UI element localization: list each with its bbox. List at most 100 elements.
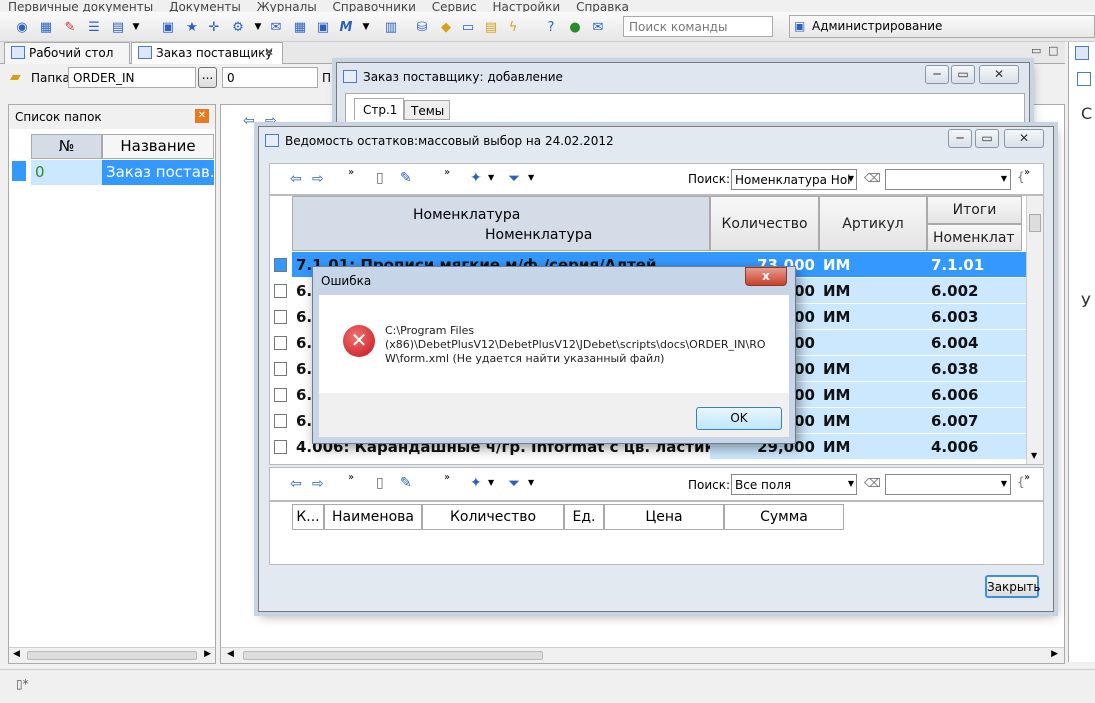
- row-article[interactable]: ИМ: [819, 408, 927, 434]
- arrow-left-icon[interactable]: ⇦: [290, 171, 302, 187]
- col-header-totals[interactable]: Итоги: [927, 196, 1022, 224]
- chart-icon[interactable]: ▥: [381, 17, 401, 37]
- bee-icon[interactable]: ◆: [436, 17, 456, 37]
- row-checkbox[interactable]: [274, 440, 287, 454]
- lower-col-header[interactable]: Сумма: [724, 504, 844, 530]
- mail-icon[interactable]: ✉: [266, 17, 286, 37]
- overflow-icon[interactable]: »: [1024, 472, 1030, 483]
- row-checkbox[interactable]: [274, 362, 287, 376]
- number-input[interactable]: 0: [222, 67, 318, 88]
- lightning-icon[interactable]: ϟ: [503, 17, 523, 37]
- panel-icon[interactable]: [1077, 72, 1091, 86]
- row-checkbox[interactable]: [274, 388, 287, 402]
- dropdown-arrow-icon[interactable]: ▼: [488, 478, 494, 487]
- scroll-right-icon[interactable]: ▶: [204, 649, 211, 659]
- row-article[interactable]: [819, 330, 927, 356]
- dialog-close-button[interactable]: x: [745, 267, 787, 286]
- row-article[interactable]: ИМ: [819, 434, 927, 460]
- folder-row-name[interactable]: Заказ постав...: [102, 160, 214, 185]
- status-icon[interactable]: ▯*: [16, 677, 29, 691]
- horizontal-scrollbar[interactable]: ◀ ▶: [221, 647, 1064, 663]
- lower-col-header[interactable]: К...: [292, 504, 324, 530]
- magic-icon[interactable]: ✦: [470, 475, 482, 491]
- tab-themes[interactable]: Темы: [404, 100, 450, 120]
- save-icon[interactable]: ▣: [313, 17, 333, 37]
- m-icon[interactable]: M: [336, 17, 356, 37]
- col-header-name[interactable]: Название: [102, 134, 214, 159]
- lower-col-header[interactable]: Наименова: [324, 504, 422, 530]
- new-doc-icon[interactable]: ▯: [376, 475, 384, 491]
- row-checkbox[interactable]: [274, 284, 287, 298]
- panel-icon[interactable]: [1075, 46, 1089, 60]
- maximize-button[interactable]: ▭: [951, 65, 975, 84]
- close-window-button[interactable]: Закрыть: [985, 575, 1040, 598]
- tab-page1[interactable]: Стр.1: [354, 98, 404, 120]
- lower-col-header[interactable]: Количество: [422, 504, 564, 530]
- menu-documents[interactable]: Документы: [169, 1, 241, 12]
- menu-service[interactable]: Сервис: [432, 1, 477, 12]
- row-code[interactable]: 6.007: [927, 408, 1026, 434]
- grid-icon[interactable]: ▦: [290, 17, 310, 37]
- row-article[interactable]: ИМ: [819, 278, 927, 304]
- row-selector[interactable]: [12, 161, 26, 181]
- dropdown-arrow-icon[interactable]: ▼: [488, 173, 494, 182]
- scroll-right-icon[interactable]: ▶: [1051, 649, 1058, 659]
- col-header-nomenclature[interactable]: Номенклатура Номенклатура: [292, 196, 710, 251]
- arrow-right-icon[interactable]: ⇨: [312, 171, 324, 187]
- folder-row-num[interactable]: 0: [31, 160, 102, 185]
- close-button[interactable]: ✕: [1004, 129, 1044, 148]
- row-article[interactable]: ИМ: [819, 304, 927, 330]
- close-icon[interactable]: ✕: [264, 45, 274, 59]
- row-code[interactable]: 6.004: [927, 330, 1026, 356]
- menu-settings[interactable]: Настройки: [492, 1, 560, 12]
- eraser-icon[interactable]: ⌫: [864, 476, 881, 490]
- eraser-icon[interactable]: ⌫: [864, 171, 881, 185]
- arrow-left-icon[interactable]: ⇦: [243, 113, 255, 129]
- overflow-icon[interactable]: »: [444, 472, 450, 483]
- scroll-down-icon[interactable]: ▼: [1031, 451, 1037, 460]
- col-header-num[interactable]: №: [31, 134, 102, 159]
- notes-icon[interactable]: ▤: [481, 17, 501, 37]
- overflow-icon[interactable]: »: [1024, 167, 1030, 178]
- arrow-left-icon[interactable]: ⇦: [290, 476, 302, 492]
- vertical-scrollbar[interactable]: ▼: [1026, 196, 1043, 464]
- folder-browse-button[interactable]: ...: [198, 67, 217, 88]
- filter-icon[interactable]: ⏷: [508, 169, 520, 187]
- minimize-button[interactable]: ─: [925, 65, 949, 84]
- help-icon[interactable]: ?: [541, 17, 561, 37]
- filter-icon[interactable]: ⏷: [508, 474, 520, 492]
- edit-doc-icon[interactable]: ✎: [400, 475, 412, 491]
- search-input[interactable]: ▼: [885, 474, 1011, 495]
- folder-input[interactable]: ORDER_IN: [68, 67, 196, 88]
- menu-reference[interactable]: Справочники: [333, 1, 416, 12]
- overflow-icon[interactable]: »: [348, 472, 354, 483]
- dropdown-arrow-icon[interactable]: ▼: [248, 17, 268, 37]
- row-checkbox[interactable]: [274, 414, 287, 428]
- monitor-icon[interactable]: ▭: [458, 17, 478, 37]
- row-article[interactable]: ИМ: [819, 252, 927, 278]
- maximize-icon[interactable]: □: [1048, 44, 1058, 57]
- row-code[interactable]: 6.038: [927, 356, 1026, 382]
- dropdown-arrow-icon[interactable]: ▼: [1001, 479, 1007, 488]
- search-mode-select[interactable]: Номенклатура Ноі ▼: [731, 169, 857, 190]
- message-icon[interactable]: ✉: [588, 17, 608, 37]
- list-icon[interactable]: ☰: [84, 17, 104, 37]
- row-code[interactable]: 6.003: [927, 304, 1026, 330]
- row-code[interactable]: 4.006: [927, 434, 1026, 460]
- col-header-article[interactable]: Артикул: [819, 196, 927, 251]
- tab-supplier-order[interactable]: Заказ поставщику ✕: [131, 42, 283, 64]
- horizontal-scrollbar[interactable]: ◀ ▶: [9, 647, 215, 663]
- tab-desktop[interactable]: Рабочий стол: [4, 42, 130, 64]
- col-header-nom-short[interactable]: Номенклат: [927, 224, 1022, 251]
- dropdown-arrow-icon[interactable]: ▼: [126, 17, 146, 37]
- menu-help[interactable]: Справка: [576, 1, 629, 12]
- lower-col-header[interactable]: Цена: [604, 504, 724, 530]
- arrow-right-icon[interactable]: ⇨: [312, 476, 324, 492]
- edit-icon[interactable]: ✎: [60, 17, 80, 37]
- magic-icon[interactable]: ✦: [470, 170, 482, 186]
- row-checkbox[interactable]: [274, 258, 287, 272]
- refresh-icon[interactable]: ◉: [12, 17, 32, 37]
- scroll-left-icon[interactable]: ◀: [13, 649, 20, 659]
- row-article[interactable]: ИМ: [819, 356, 927, 382]
- minimize-icon[interactable]: ▭: [1031, 44, 1041, 57]
